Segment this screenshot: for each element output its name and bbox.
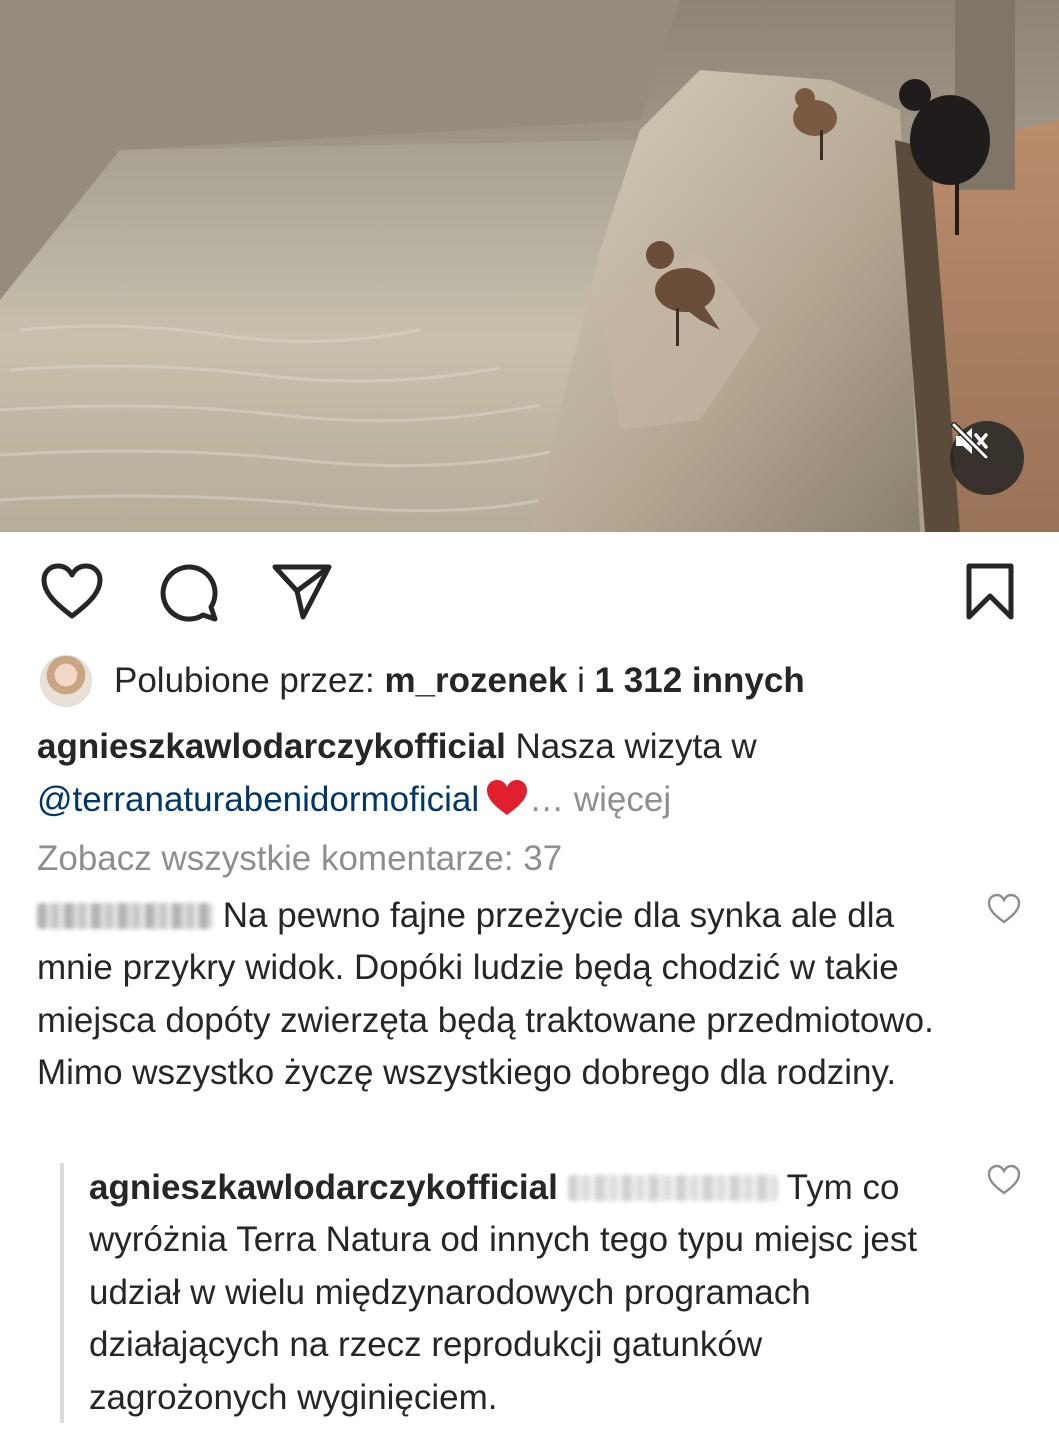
paper-plane-icon — [272, 564, 332, 620]
post-caption: agnieszkawlodarczykofficial Nasza wizyta… — [37, 720, 1022, 832]
caption-text: Nasza wizyta w — [515, 727, 757, 766]
likes-prefix: Polubione przez: — [114, 661, 375, 700]
speaker-muted-icon — [951, 422, 989, 460]
post-action-bar — [0, 560, 1059, 624]
comment: Na pewno fajne przeżycie dla synka ale d… — [37, 890, 957, 1100]
comment-bubble-icon — [160, 564, 218, 622]
reply-mention-blurred[interactable] — [567, 1175, 778, 1201]
reply-username[interactable]: agnieszkawlodarczykofficial — [89, 1168, 558, 1207]
likes-others-count[interactable]: 1 312 innych — [595, 661, 805, 700]
share-button[interactable] — [270, 560, 334, 624]
heart-outline-icon — [41, 563, 103, 619]
liker-avatar[interactable] — [40, 655, 92, 707]
caption-mention[interactable]: @terranaturabenidormoficial — [37, 780, 479, 819]
liker-username[interactable]: m_rozenek — [384, 661, 567, 700]
reply-thread-line — [60, 1163, 64, 1423]
video-frame-image — [0, 0, 1059, 532]
heart-emoji — [485, 779, 529, 832]
comment-username-blurred[interactable] — [37, 903, 213, 929]
comment-button[interactable] — [156, 560, 220, 624]
likes-joiner: i — [577, 661, 585, 700]
post-video[interactable] — [0, 0, 1059, 532]
bookmark-icon — [966, 563, 1014, 620]
likes-summary[interactable]: Polubione przez: m_rozenek i 1 312 innyc… — [40, 655, 805, 707]
reply-like-button[interactable] — [987, 1163, 1021, 1197]
comment-like-button[interactable] — [987, 892, 1021, 926]
view-all-comments-link[interactable]: Zobacz wszystkie komentarze: 37 — [37, 834, 562, 884]
likes-text: Polubione przez: m_rozenek i 1 312 innyc… — [114, 655, 805, 707]
mute-button[interactable] — [950, 421, 1024, 495]
comment-reply: agnieszkawlodarczykofficial Tym co wyróż… — [89, 1162, 969, 1424]
caption-more-link[interactable]: … więcej — [529, 780, 671, 819]
like-button[interactable] — [40, 560, 104, 624]
save-button[interactable] — [958, 560, 1022, 624]
caption-username[interactable]: agnieszkawlodarczykofficial — [37, 727, 506, 766]
